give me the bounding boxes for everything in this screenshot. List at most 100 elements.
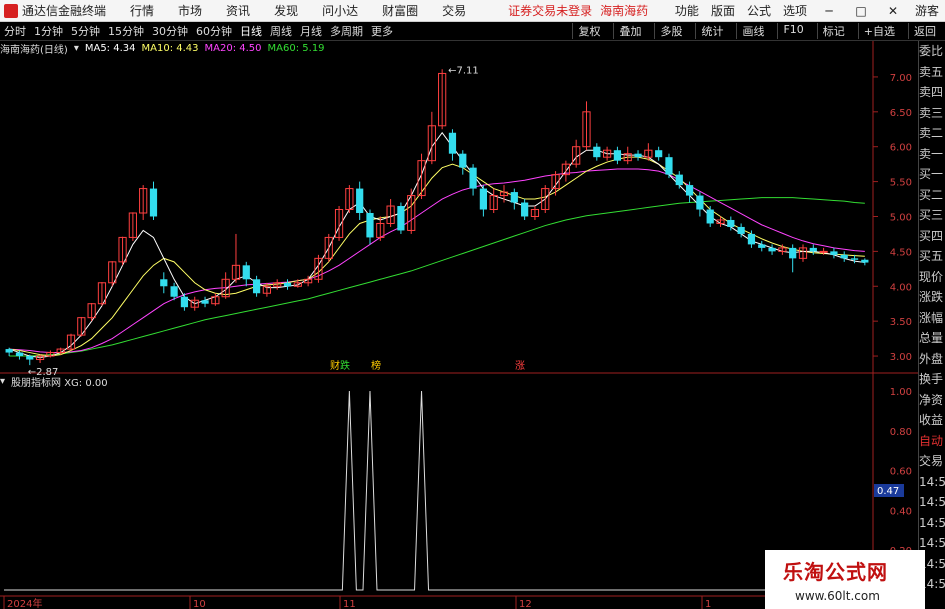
candle-body (768, 247, 776, 252)
side-time: 14:56 (919, 515, 945, 530)
watermark-url: www.60lt.com (795, 589, 880, 603)
candle-body (180, 296, 189, 308)
side-item: 买一 (919, 167, 944, 181)
candle-body (397, 206, 405, 231)
ma-legend: 海南海药(日线) ▾ MA5: 4.34 MA10: 4.43 MA20: 4.… (0, 41, 331, 56)
date-tick-label: 2024年 (7, 597, 42, 609)
candle-body (521, 202, 529, 217)
side-item: 涨幅 (919, 310, 944, 325)
candle-body (861, 259, 869, 263)
price-tick-label: 3.00 (890, 352, 912, 363)
candle-body (252, 279, 261, 294)
chart-title: 海南海药(日线) (0, 44, 68, 56)
side-item: 卖二 (919, 126, 944, 140)
price-tick-label: 7.00 (890, 73, 912, 84)
side-item: 买二 (919, 187, 944, 202)
price-tick-label: 6.50 (890, 108, 912, 119)
candle-body (727, 219, 735, 227)
side-item: 卖五 (919, 64, 944, 79)
candle-body (747, 233, 756, 245)
side-item: 外盘 (919, 351, 944, 366)
candle-body (809, 247, 817, 252)
candle-body (696, 195, 704, 210)
candle-body (593, 146, 601, 158)
candle-body (819, 250, 828, 253)
candle-body (26, 356, 34, 360)
quote-side-panel: 委比 卖五 卖四 卖三 卖二 卖一 买一 买二 买三 买四 买五 现价 涨跌 涨… (918, 41, 945, 609)
candle-body (356, 188, 364, 213)
candle-body (160, 279, 168, 287)
candle-body (201, 300, 209, 304)
candle-body (665, 157, 673, 175)
candle-body (242, 265, 250, 280)
event-marker: 榜 (371, 359, 381, 372)
high-price-label: ←7.11 (448, 65, 479, 76)
kline-chart[interactable]: 7.00 6.50 6.00 5.50 5.00 4.50 4.00 3.50 3.00 ←7.1… (0, 0, 918, 609)
ma10-label: MA10: 4.43 (141, 42, 199, 54)
date-tick-label: 12 (519, 599, 532, 609)
legend-toggle-icon[interactable]: ▾ (0, 376, 5, 387)
sub-indicator-title: 股朋指标网 XG: 0.00 (11, 377, 108, 389)
side-time: 14:56 (919, 495, 945, 509)
candle-body (655, 150, 663, 158)
candle-body (459, 153, 467, 168)
side-item-trade[interactable]: 交易 (919, 451, 945, 472)
current-value-label: 0.47 (877, 486, 899, 497)
ma20-line (9, 168, 865, 354)
candle-body (479, 188, 488, 210)
candle-body (850, 258, 859, 260)
candle-body (758, 244, 766, 248)
candle-body (149, 188, 158, 217)
candle-body (613, 150, 622, 161)
side-item: 买四 (919, 228, 944, 243)
legend-toggle-icon[interactable]: ▾ (74, 43, 79, 54)
sub-tick-label: 0.80 (890, 427, 912, 438)
side-item: 委比 (919, 44, 944, 58)
date-tick-label: 10 (193, 599, 206, 609)
candle-body (737, 226, 745, 234)
side-item-auto[interactable]: 自动 (919, 431, 945, 452)
event-marker: 涨 (515, 360, 525, 372)
candle-body (706, 209, 714, 224)
side-item: 买五 (919, 249, 944, 263)
ma5-line (8, 131, 865, 358)
candle-body (15, 352, 24, 357)
side-item: 卖一 (919, 146, 944, 161)
ma5-label: MA5: 4.34 (84, 42, 136, 54)
side-item: 换手 (919, 372, 944, 386)
candle-body (283, 282, 292, 287)
candle-body (366, 213, 374, 238)
candle-body (170, 286, 178, 297)
side-item: 卖四 (919, 85, 944, 99)
side-item: 卖三 (919, 105, 944, 120)
price-tick-label: 6.00 (890, 143, 912, 154)
side-item: 收益 (919, 413, 944, 427)
candle-body (840, 254, 848, 259)
guest-label[interactable]: 游客 (915, 2, 939, 19)
ma60-label: MA60: 5.19 (267, 42, 325, 54)
ma10-line (9, 156, 865, 357)
side-item: 净资 (919, 392, 944, 407)
candle-body (5, 349, 13, 353)
ma20-label: MA20: 4.50 (204, 42, 262, 54)
side-time: 14:56 (919, 474, 945, 489)
date-tick-label: 1 (705, 599, 711, 609)
sub-tick-label: 0.60 (890, 467, 912, 478)
candle-body (685, 185, 694, 196)
watermark-title: 乐淘公式网 (783, 560, 888, 584)
candle-body (789, 247, 797, 259)
price-tick-label: 5.00 (890, 212, 912, 223)
price-tick-label: 4.50 (890, 247, 912, 258)
sub-tick-label: 0.40 (890, 506, 912, 517)
price-tick-label: 3.50 (890, 317, 912, 328)
ma60-line (9, 197, 865, 357)
candle-body (830, 251, 838, 255)
sub-indicator-legend: ▾ 股朋指标网 XG: 0.00 (0, 374, 114, 389)
price-tick-label: 5.50 (890, 178, 912, 189)
candle-body (469, 167, 477, 189)
event-marker: 跌 (340, 359, 350, 372)
side-item: 现价 (919, 269, 944, 284)
candle-body (448, 132, 457, 154)
date-tick-label: 11 (343, 599, 356, 609)
sub-tick-label: 1.00 (890, 387, 912, 398)
